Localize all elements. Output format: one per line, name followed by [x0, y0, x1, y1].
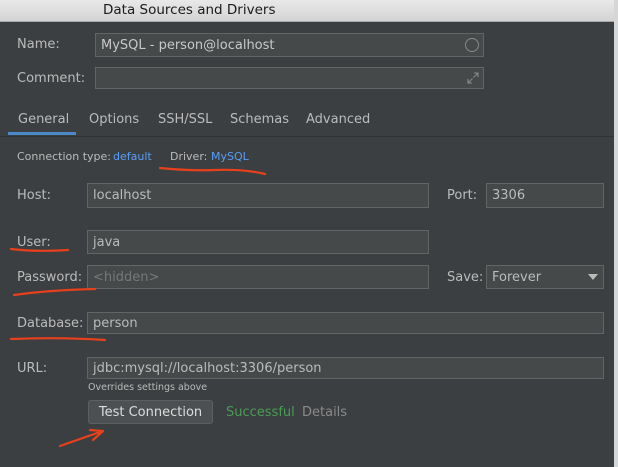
url-input[interactable]: jdbc:mysql://localhost:3306/person [87, 357, 604, 379]
database-input[interactable]: person [87, 312, 604, 334]
annotation-underline-driver [158, 166, 267, 176]
save-select[interactable]: Forever [486, 265, 604, 289]
url-label: URL: [17, 361, 48, 376]
annotation-underline-password [12, 287, 97, 297]
annotation-arrow [58, 428, 105, 448]
tab-ssh-ssl[interactable]: SSH/SSL [158, 112, 212, 127]
name-value: MySQL - person@localhost [101, 37, 275, 53]
window-right-edge [614, 0, 618, 467]
tab-separator [0, 136, 614, 137]
details-link[interactable]: Details [302, 405, 347, 420]
comment-label: Comment: [17, 71, 86, 86]
save-value: Forever [492, 269, 542, 285]
name-label: Name: [17, 37, 60, 52]
url-hint: Overrides settings above [88, 382, 208, 393]
test-status: Successful [226, 405, 295, 420]
host-value: localhost [93, 188, 152, 203]
database-value: person [93, 315, 138, 331]
annotation-underline-database [9, 337, 107, 342]
test-connection-label: Test Connection [98, 404, 203, 420]
triangle-down-icon [588, 274, 598, 280]
user-input[interactable]: java [87, 230, 429, 254]
tab-options[interactable]: Options [89, 112, 139, 127]
connection-type-label: Connection type: [17, 150, 112, 163]
save-label: Save: [447, 270, 484, 285]
connection-type-link[interactable]: default [113, 150, 152, 163]
port-input[interactable]: 3306 [486, 183, 604, 208]
database-label: Database: [17, 316, 84, 331]
window-titlebar: Data Sources and Drivers [0, 0, 614, 22]
host-input[interactable]: localhost [87, 183, 429, 208]
password-label: Password: [17, 270, 83, 285]
driver-label: Driver: [170, 150, 208, 163]
window-title: Data Sources and Drivers [103, 2, 276, 18]
name-field[interactable]: MySQL - person@localhost [95, 33, 484, 57]
password-placeholder: <hidden> [93, 269, 160, 285]
port-value: 3306 [492, 188, 526, 203]
test-connection-button[interactable]: Test Connection [88, 400, 213, 424]
password-input[interactable]: <hidden> [87, 265, 429, 289]
driver-link[interactable]: MySQL [211, 150, 249, 163]
circle-icon[interactable] [465, 38, 479, 52]
host-label: Host: [17, 188, 51, 203]
tab-general[interactable]: General [18, 112, 69, 127]
tab-advanced[interactable]: Advanced [306, 112, 370, 127]
comment-field[interactable] [95, 67, 484, 89]
user-label: User: [17, 235, 51, 250]
user-value: java [93, 234, 121, 250]
active-tab-indicator [8, 132, 76, 135]
port-label: Port: [447, 188, 478, 203]
expand-arrows-icon[interactable] [467, 72, 479, 84]
tab-schemas[interactable]: Schemas [230, 112, 289, 127]
url-value: jdbc:mysql://localhost:3306/person [93, 360, 322, 376]
